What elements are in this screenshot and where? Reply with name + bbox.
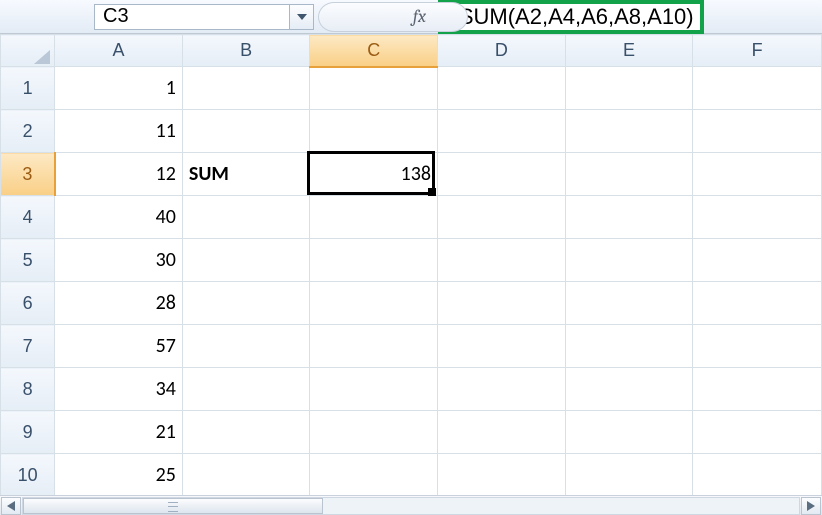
grid[interactable]: A B C D E F 1 1 <box>0 34 822 497</box>
cell-A3[interactable]: 12 <box>55 153 183 196</box>
cell-C5[interactable] <box>310 239 438 282</box>
cell-B8[interactable] <box>182 368 310 411</box>
cell-B10[interactable] <box>182 454 310 497</box>
name-box-value: C3 <box>103 5 129 28</box>
cell-C2[interactable] <box>310 110 438 153</box>
cell-F6[interactable] <box>693 282 822 325</box>
cell-C6[interactable] <box>310 282 438 325</box>
row-header-5[interactable]: 5 <box>1 239 55 282</box>
select-all-triangle-icon <box>34 50 50 64</box>
scroll-track[interactable] <box>22 497 800 515</box>
cell-B7[interactable] <box>182 325 310 368</box>
chevron-down-icon <box>297 14 307 20</box>
cell-E9[interactable] <box>565 411 693 454</box>
cell-F5[interactable] <box>693 239 822 282</box>
cell-A6[interactable]: 28 <box>55 282 183 325</box>
row-header-2[interactable]: 2 <box>1 110 55 153</box>
cell-F1[interactable] <box>693 67 822 110</box>
row-header-9[interactable]: 9 <box>1 411 55 454</box>
cell-D9[interactable] <box>438 411 566 454</box>
row-header-8[interactable]: 8 <box>1 368 55 411</box>
cell-E1[interactable] <box>565 67 693 110</box>
cell-B9[interactable] <box>182 411 310 454</box>
cell-B2[interactable] <box>182 110 310 153</box>
scroll-thumb[interactable] <box>23 498 323 514</box>
row-header-10[interactable]: 10 <box>1 454 55 497</box>
cell-A10[interactable]: 25 <box>55 454 183 497</box>
cell-D6[interactable] <box>438 282 566 325</box>
cell-E6[interactable] <box>565 282 693 325</box>
select-all-corner[interactable] <box>1 35 55 67</box>
cell-C9[interactable] <box>310 411 438 454</box>
cell-E3[interactable] <box>565 153 693 196</box>
cell-B4[interactable] <box>182 196 310 239</box>
name-box-area: C3 <box>0 0 318 33</box>
col-header-F[interactable]: F <box>693 35 822 67</box>
grip-icon <box>168 502 178 512</box>
cell-B5[interactable] <box>182 239 310 282</box>
cell-A8[interactable]: 34 <box>55 368 183 411</box>
col-header-A[interactable]: A <box>55 35 183 67</box>
cell-D3[interactable] <box>438 153 566 196</box>
cell-A4[interactable]: 40 <box>55 196 183 239</box>
cell-A5[interactable]: 30 <box>55 239 183 282</box>
cell-D8[interactable] <box>438 368 566 411</box>
chevron-right-icon <box>807 501 815 511</box>
scroll-left-button[interactable] <box>1 497 21 515</box>
cell-D2[interactable] <box>438 110 566 153</box>
formula-bar-highlight: =SUM(A2,A4,A6,A8,A10) <box>438 0 704 34</box>
horizontal-scrollbar[interactable] <box>0 495 822 515</box>
row-header-1[interactable]: 1 <box>1 67 55 110</box>
row-header-3[interactable]: 3 <box>1 153 55 196</box>
col-header-B[interactable]: B <box>182 35 310 67</box>
cell-C10[interactable] <box>310 454 438 497</box>
cell-C4[interactable] <box>310 196 438 239</box>
cell-F8[interactable] <box>693 368 822 411</box>
row-header-4[interactable]: 4 <box>1 196 55 239</box>
col-header-E[interactable]: E <box>565 35 693 67</box>
row-header-7[interactable]: 7 <box>1 325 55 368</box>
cell-C8[interactable] <box>310 368 438 411</box>
cell-E7[interactable] <box>565 325 693 368</box>
col-header-C[interactable]: C <box>310 35 438 67</box>
cell-F3[interactable] <box>693 153 822 196</box>
cell-D4[interactable] <box>438 196 566 239</box>
chevron-left-icon <box>7 501 15 511</box>
scroll-right-button[interactable] <box>801 497 821 515</box>
cell-F7[interactable] <box>693 325 822 368</box>
cell-E2[interactable] <box>565 110 693 153</box>
cell-D1[interactable] <box>438 67 566 110</box>
fx-button-area: fx <box>318 0 438 33</box>
formula-bar-input[interactable]: =SUM(A2,A4,A6,A8,A10) <box>446 4 694 30</box>
cell-A1[interactable]: 1 <box>55 67 183 110</box>
cell-D5[interactable] <box>438 239 566 282</box>
cell-B1[interactable] <box>182 67 310 110</box>
cell-C1[interactable] <box>310 67 438 110</box>
cell-C3[interactable]: 138 <box>310 153 438 196</box>
cell-A9[interactable]: 21 <box>55 411 183 454</box>
cell-B3[interactable]: SUM <box>182 153 310 196</box>
cell-F4[interactable] <box>693 196 822 239</box>
cell-F2[interactable] <box>693 110 822 153</box>
cell-C7[interactable] <box>310 325 438 368</box>
cell-B6[interactable] <box>182 282 310 325</box>
row-header-6[interactable]: 6 <box>1 282 55 325</box>
cell-E8[interactable] <box>565 368 693 411</box>
formula-bar-row: C3 fx =SUM(A2,A4,A6,A8,A10) <box>0 0 822 34</box>
cell-D7[interactable] <box>438 325 566 368</box>
cell-A7[interactable]: 57 <box>55 325 183 368</box>
name-box-dropdown[interactable] <box>290 4 314 30</box>
spreadsheet-area: A B C D E F 1 1 <box>0 34 822 497</box>
cell-D10[interactable] <box>438 454 566 497</box>
cell-E5[interactable] <box>565 239 693 282</box>
cell-E4[interactable] <box>565 196 693 239</box>
cell-F9[interactable] <box>693 411 822 454</box>
cell-F10[interactable] <box>693 454 822 497</box>
col-header-D[interactable]: D <box>438 35 566 67</box>
name-box[interactable]: C3 <box>94 4 290 30</box>
cell-E10[interactable] <box>565 454 693 497</box>
insert-function-button[interactable]: fx <box>407 6 432 27</box>
cell-A2[interactable]: 11 <box>55 110 183 153</box>
